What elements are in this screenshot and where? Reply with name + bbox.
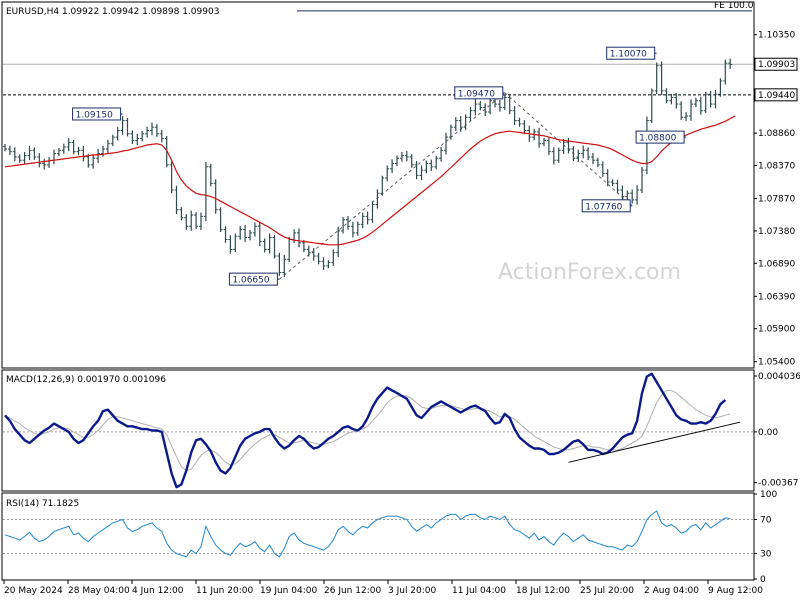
rsi-panel-title: RSI(14) 71.1825 bbox=[6, 499, 79, 509]
time-tick-label: 20 May 2024 bbox=[4, 586, 63, 596]
price-tick-label: 1.07380 bbox=[758, 227, 795, 237]
watermark: ActionForex.com bbox=[498, 260, 681, 285]
time-tick-label: 25 Jul 20:00 bbox=[580, 586, 634, 596]
time-tick-label: 11 Jul 04:00 bbox=[452, 586, 506, 596]
price-tick-label: 1.06390 bbox=[758, 292, 795, 302]
price-tick-label: 1.07870 bbox=[758, 195, 795, 205]
time-tick-label: 2 Aug 04:00 bbox=[644, 586, 699, 596]
rsi-panel-frame bbox=[1, 492, 755, 581]
fe-100-label: FE 100.0 bbox=[714, 1, 754, 11]
current-price-label: 1.09903 bbox=[758, 60, 795, 70]
macd-panel-title: MACD(12,26,9) 0.001970 0.001096 bbox=[6, 375, 166, 385]
rsi-tick-label: 70 bbox=[760, 516, 772, 526]
price-tick-label: 1.05900 bbox=[758, 325, 795, 335]
rsi-tick-label: 30 bbox=[760, 550, 772, 560]
annotation-label: 1.10070 bbox=[610, 50, 647, 60]
annotation-label: 1.07760 bbox=[585, 202, 622, 212]
macd-panel-frame bbox=[1, 369, 755, 492]
annotation-label: 1.06650 bbox=[232, 276, 269, 286]
annotation-label: 1.09150 bbox=[76, 110, 113, 120]
annotation-label: 1.08800 bbox=[639, 134, 676, 144]
rsi-tick-label: 100 bbox=[760, 490, 777, 500]
rsi-tick-label: 0 bbox=[760, 575, 766, 585]
price-tick-label: 1.08370 bbox=[758, 162, 795, 172]
macd-tick-label: -0.00367 bbox=[758, 479, 798, 489]
time-tick-label: 28 May 04:00 bbox=[68, 586, 130, 596]
price-tick-label: 1.10350 bbox=[758, 31, 795, 41]
price-tick-label: 1.06890 bbox=[758, 259, 795, 269]
time-tick-label: 19 Jun 04:00 bbox=[260, 586, 317, 596]
price-tick-label: 1.05400 bbox=[758, 358, 795, 368]
price-tick-label: 1.08860 bbox=[758, 129, 795, 139]
macd-tick-label: 0.00 bbox=[758, 428, 778, 438]
time-tick-label: 26 Jun 12:00 bbox=[324, 586, 381, 596]
time-tick-label: 11 Jun 20:00 bbox=[196, 586, 253, 596]
time-tick-label: 4 Jun 12:00 bbox=[132, 586, 184, 596]
level-label: 1.09440 bbox=[758, 91, 795, 101]
time-tick-label: 18 Jul 12:00 bbox=[516, 586, 570, 596]
chart-svg: EURUSD,H4 1.09922 1.09942 1.09898 1.0990… bbox=[0, 0, 800, 600]
annotation-label: 1.09470 bbox=[458, 89, 495, 99]
time-tick-label: 3 Jul 20:00 bbox=[388, 586, 437, 596]
forex-chart: EURUSD,H4 1.09922 1.09942 1.09898 1.0990… bbox=[0, 0, 800, 600]
chart-header: EURUSD,H4 1.09922 1.09942 1.09898 1.0990… bbox=[6, 7, 219, 17]
macd-tick-label: 0.004036 bbox=[758, 372, 800, 382]
time-tick-label: 9 Aug 12:00 bbox=[708, 586, 763, 596]
